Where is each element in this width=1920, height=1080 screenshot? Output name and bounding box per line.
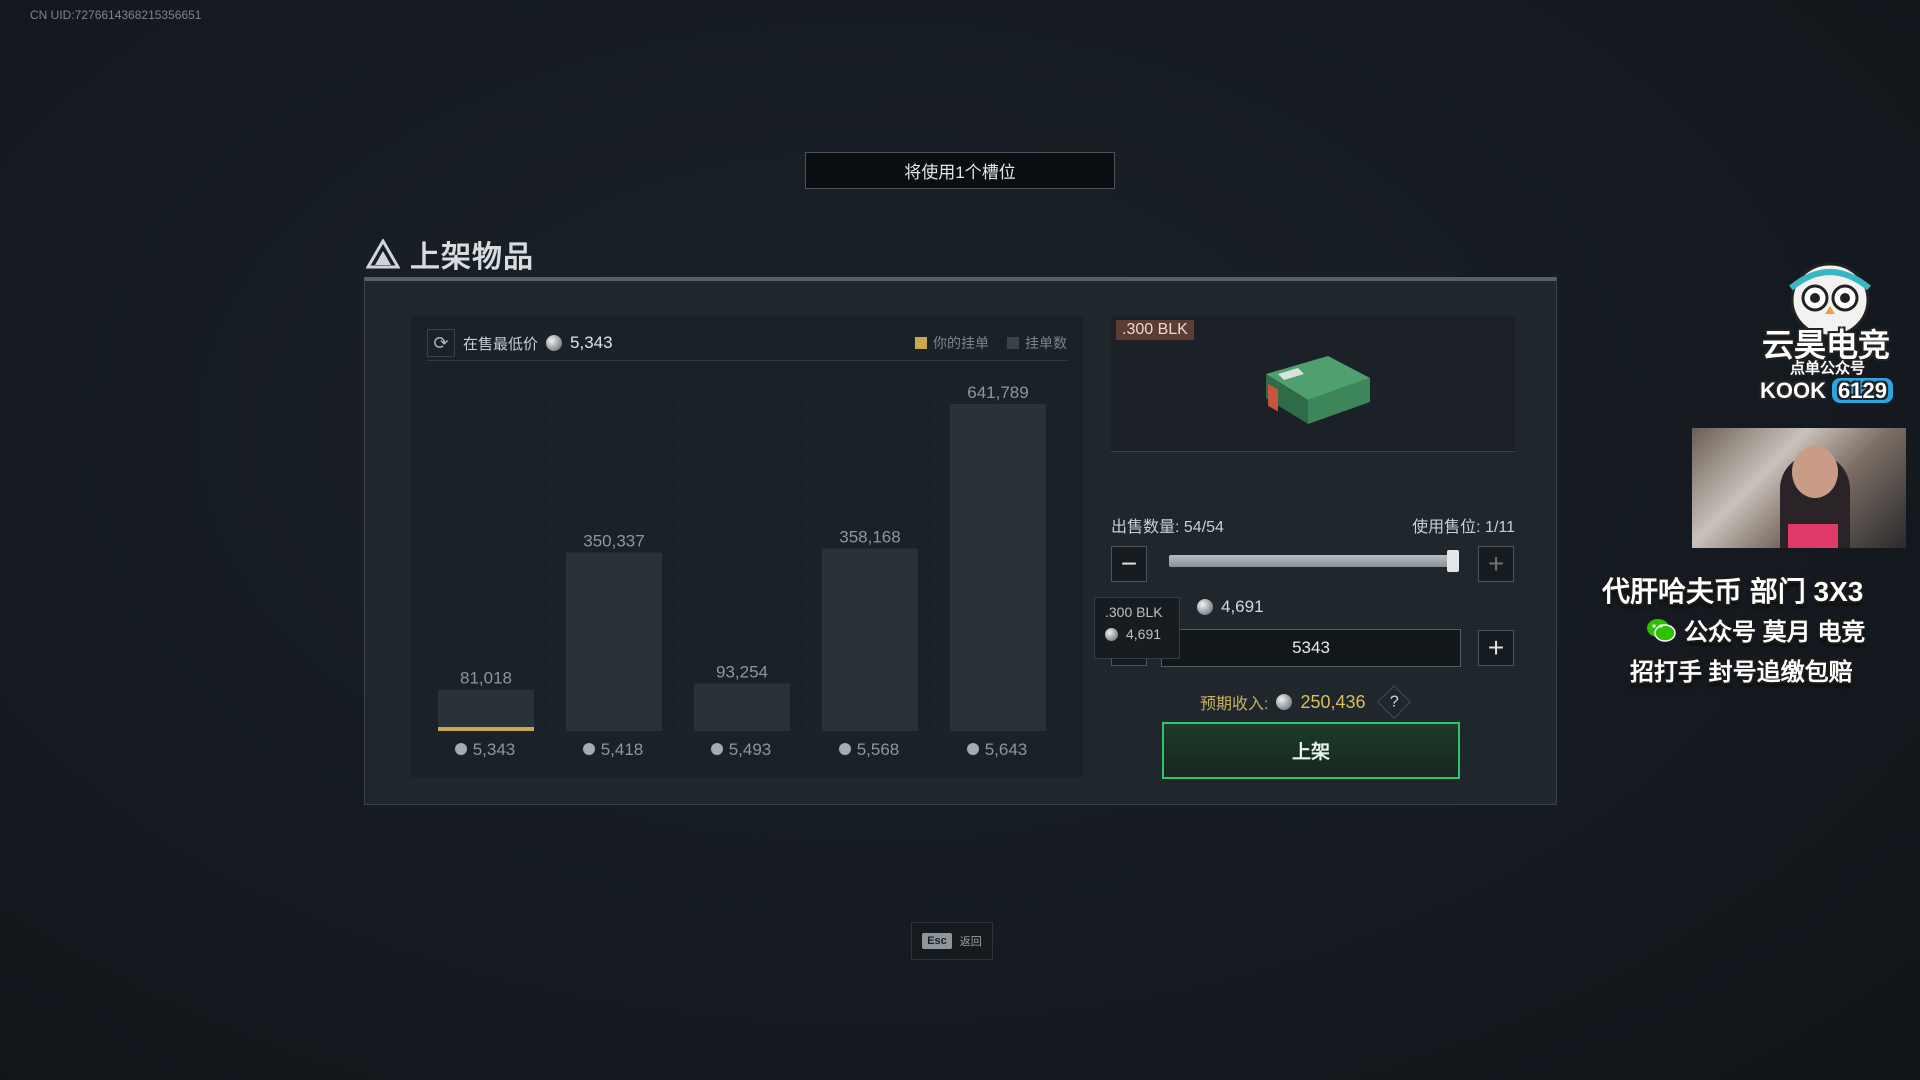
chart-legend: 你的挂单 挂单数 [915,333,1067,353]
lowest-price-value: 5,343 [570,333,613,352]
coin-icon [1105,627,1118,641]
price-tick-label: 5,568 [857,740,900,759]
slots-text: 使用售位: 1/11 [1412,519,1515,536]
item-preview: .300 BLK [1111,316,1515,452]
list-item-button[interactable]: 上架 [1162,722,1460,779]
item-name-tag: .300 BLK [1116,320,1194,340]
brand-subtitle: 点单公众号 [1790,360,1866,377]
price-tick-label: 5,493 [729,740,772,759]
coin-icon [1197,599,1213,615]
price-distribution-chart: ⟳ 在售最低价 5,343 你的挂单 挂单数 81,018 5,343 350,33… [411,316,1083,778]
price-input[interactable] [1161,629,1461,667]
bar-value-label: 350,337 [583,531,644,550]
bar-value-label: 641,789 [967,383,1028,402]
quantity-text: 出售数量: 54/54 [1111,519,1224,536]
decrease-quantity-button[interactable]: − [1111,546,1147,582]
bar-value-label: 93,254 [716,662,768,681]
coin-icon [583,743,595,755]
esc-key: Esc [922,933,952,949]
slider-handle[interactable] [1447,550,1459,572]
overlay-line-3: 招打手 封号追缴包赔 [1630,659,1853,686]
unit-price: 4,691 [1197,597,1264,617]
overlay-line-1: 代肝哈夫币 部门 3X3 [1602,576,1864,607]
kook-badge: KOOK 6129 [1760,378,1893,404]
panel-title-text: 上架物品 [410,241,534,274]
coin-icon [967,743,979,755]
quantity-slider[interactable] [1169,550,1459,572]
tooltip-price: 4,691 [1126,626,1162,642]
webcam-feed [1692,428,1906,548]
coin-icon [546,335,563,351]
lowest-price-label: 在售最低价 [463,335,539,353]
overlay-line-2: 公众号 莫月 电竞 [1646,612,1865,647]
uid-label: CN UID:7276614368215356651 [30,8,202,22]
increase-price-button[interactable]: + [1478,630,1514,666]
tooltip-item-name: .300 BLK [1105,604,1163,620]
quantity-row: 出售数量: 54/54 使用售位: 1/11 [1111,513,1515,537]
bar-value-label: 358,168 [839,528,900,547]
ammo-box-icon [1266,356,1370,424]
legend-yours: 你的挂单 [915,333,989,353]
coin-icon [455,743,467,755]
coin-icon [1276,694,1293,710]
delta-logo-icon [366,239,400,269]
panel-title: 上架物品 [366,232,534,276]
back-label: 返回 [959,936,982,948]
price-tick-label: 5,643 [985,740,1028,759]
slider-fill [1169,555,1459,567]
price-tooltip: .300 BLK 4,691 [1094,597,1180,659]
your-listing-marker [438,727,534,731]
help-icon[interactable]: ? [1376,685,1411,719]
bar[interactable] [694,683,790,731]
income-value: 250,436 [1300,691,1366,712]
chart-header: ⟳ 在售最低价 5,343 你的挂单 挂单数 [427,326,1067,361]
bar[interactable] [566,552,662,731]
expected-income: 预期收入: 250,436 ? [1200,685,1411,719]
esc-back-button[interactable]: Esc 返回 [911,922,993,960]
income-label: 预期收入: [1200,696,1269,713]
wechat-icon [1647,618,1676,642]
price-tick-label: 5,343 [473,740,516,759]
bar-value-label: 81,018 [460,669,512,688]
bar[interactable] [822,548,918,731]
legend-count: 挂单数 [1007,333,1067,353]
bar-chart-svg: 81,018 5,343 350,337 5,418 93,254 5,493 358,16… [438,383,1046,759]
listing-panel: ⟳ 在售最低价 5,343 你的挂单 挂单数 81,018 5,343 350,33… [364,277,1557,805]
coin-icon [839,743,851,755]
coin-icon [711,743,723,755]
slot-usage-banner: 将使用1个槽位 [805,152,1115,189]
price-tick-label: 5,418 [601,740,644,759]
bar[interactable] [438,689,534,731]
refresh-icon[interactable]: ⟳ [427,329,455,357]
bar[interactable] [950,404,1046,731]
unit-price-value: 4,691 [1221,597,1264,616]
increase-quantity-button[interactable]: + [1478,546,1514,582]
